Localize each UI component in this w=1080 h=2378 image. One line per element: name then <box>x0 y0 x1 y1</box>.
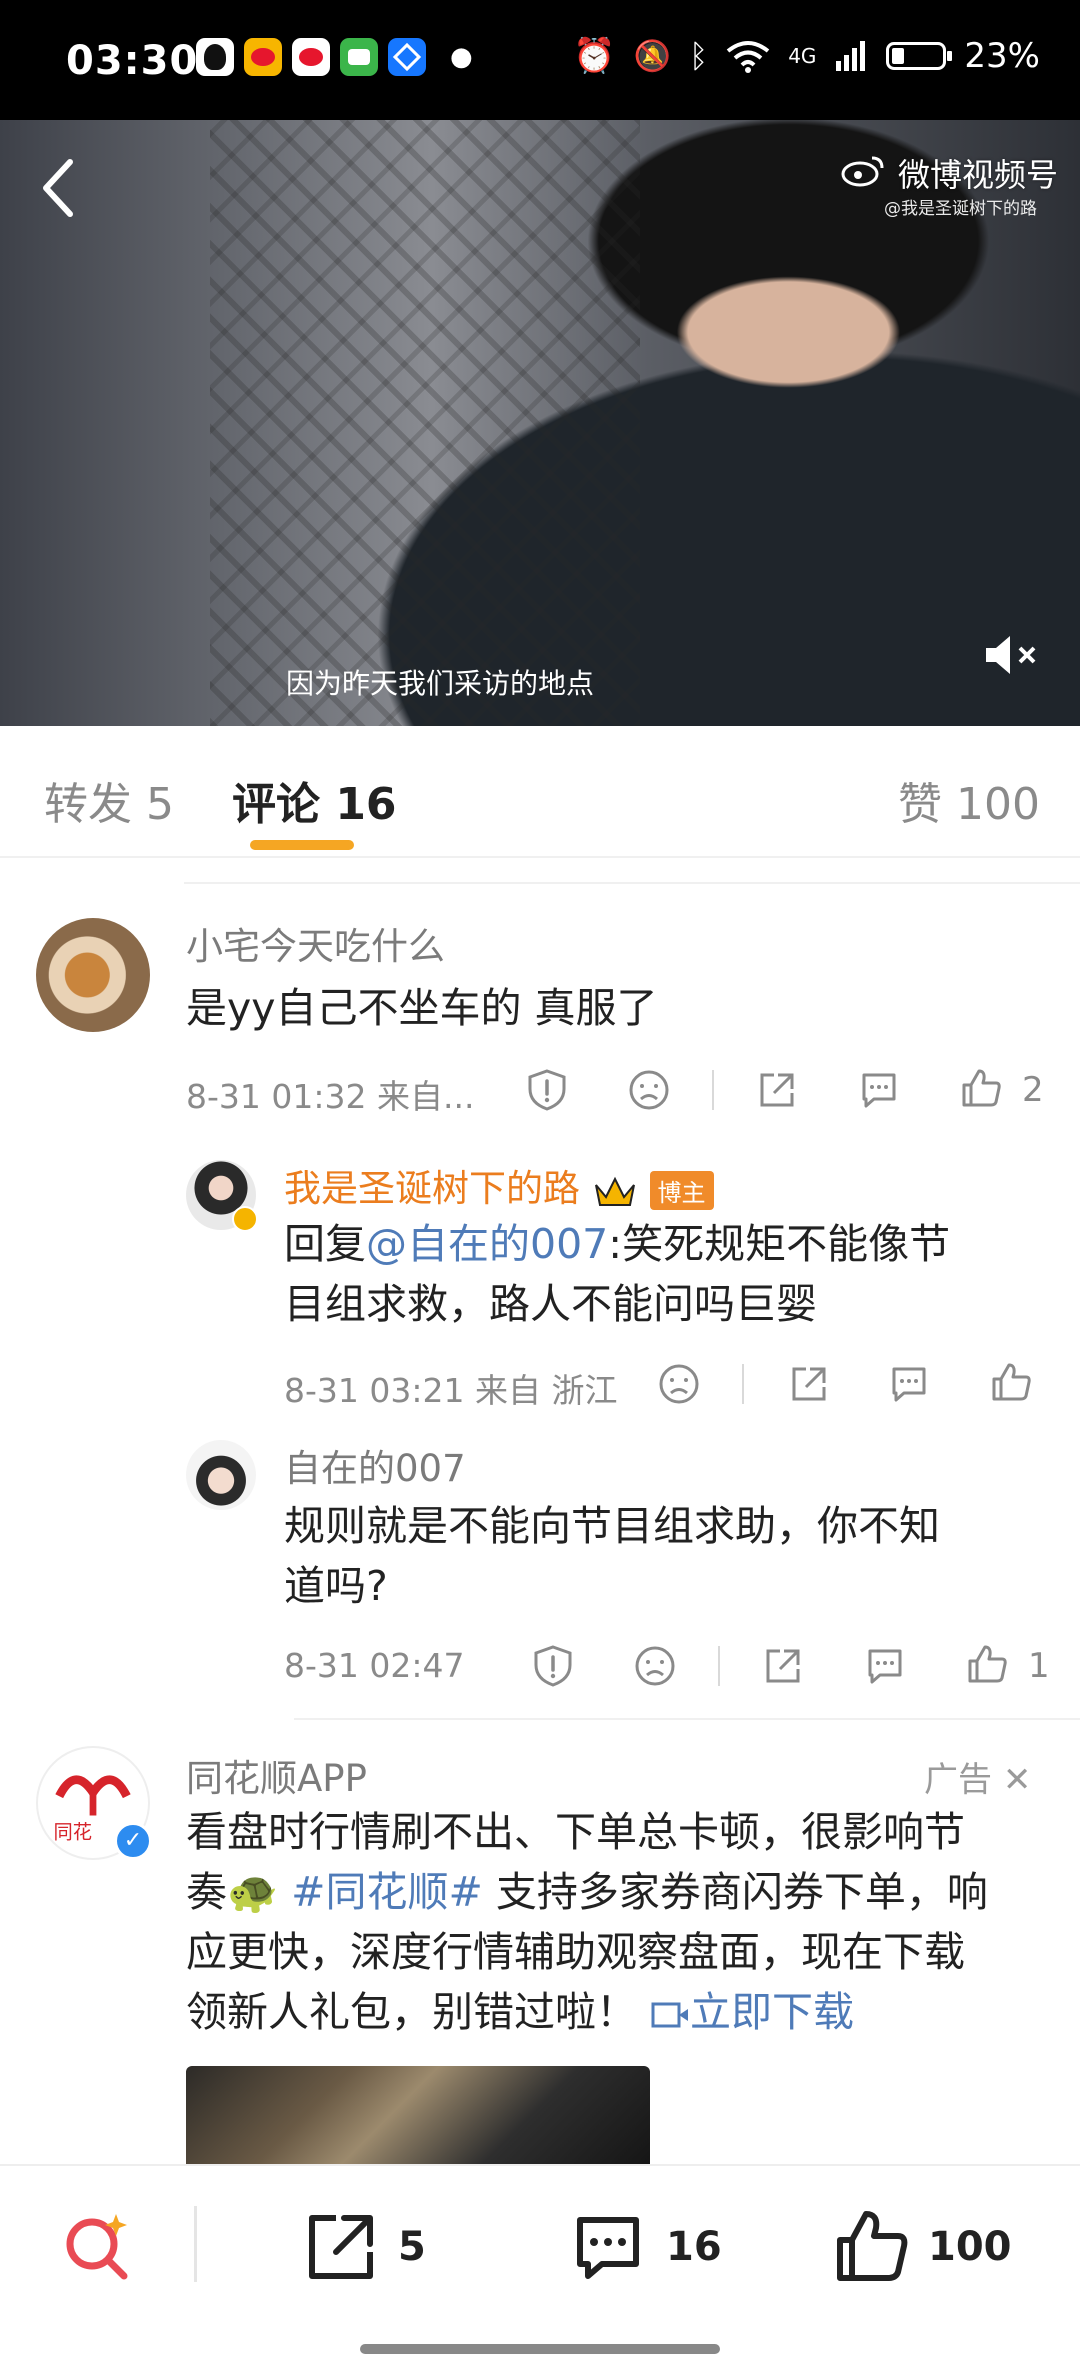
reply-text-line2: 目组求救，路人不能问吗巨婴 <box>284 1280 817 1328</box>
search-icon[interactable] <box>58 2204 142 2288</box>
reply-icon[interactable] <box>886 1361 932 1407</box>
ad-username[interactable]: 同花顺APP <box>186 1748 367 1802</box>
mute-icon[interactable] <box>980 630 1050 680</box>
report-icon[interactable] <box>524 1067 570 1113</box>
like-icon[interactable] <box>830 2204 914 2288</box>
reply-prefix: 回复 <box>284 1220 366 1268</box>
share-icon[interactable] <box>760 1643 806 1689</box>
tabs-divider <box>0 856 1080 858</box>
video-subtitle-text: 因为昨天我们采访的地点 <box>285 667 594 700</box>
status-app-icons: ● <box>196 38 473 76</box>
comment-list-top-divider <box>184 882 1080 884</box>
alarm-icon: ⏰ <box>573 36 616 76</box>
comment-divider <box>294 1718 1080 1720</box>
ad-label: 广告 ✕ <box>924 1752 1031 1801</box>
qq-icon <box>196 38 234 76</box>
ad-line2b: 支持多家券商闪券下单，响 <box>482 1868 988 1916</box>
reply-text-line2: 道吗? <box>284 1562 388 1610</box>
verified-blue-icon: ✓ <box>114 1822 152 1860</box>
report-icon[interactable] <box>530 1643 576 1689</box>
like-count: 100 <box>928 2224 1012 2270</box>
ad-text: 看盘时行情刷不出、下单总卡顿，很影响节 奏🐢 #同花顺# 支持多家券商闪券下单，… <box>186 1802 1046 2042</box>
messages-icon <box>340 38 378 76</box>
bluetooth-icon: ᛒ <box>688 37 709 75</box>
status-time: 03:30 <box>66 38 199 84</box>
network-type: 4G <box>788 44 817 68</box>
avatar[interactable] <box>186 1440 256 1510</box>
reply-meta: 8-31 02:47 <box>284 1646 465 1685</box>
signal-icon <box>836 41 866 71</box>
like-count: 2 <box>1022 1070 1044 1110</box>
ad-line2a: 奏🐢 <box>186 1868 292 1916</box>
home-indicator[interactable] <box>360 2344 720 2354</box>
ad-close-icon[interactable]: ✕ <box>1003 1760 1032 1800</box>
crown-icon <box>592 1171 638 1211</box>
battery-icon <box>886 42 953 70</box>
avatar[interactable] <box>36 918 150 1032</box>
dislike-face-icon[interactable] <box>656 1361 702 1407</box>
repost-icon[interactable] <box>300 2208 380 2288</box>
download-link-text: 立即下载 <box>690 1988 855 2036</box>
video-watermark-user: @我是圣诞树下的路 <box>884 199 1037 219</box>
reply-text: 规则就是不能向节目组求助，你不知 道吗? <box>284 1496 1044 1616</box>
status-bar: 03:30 ● ⏰ 🔕 ᛒ 4G 23% <box>0 0 1080 120</box>
download-link[interactable]: 立即下载 <box>650 1988 854 2036</box>
wifi-icon <box>726 41 770 73</box>
ad-line3: 应更快，深度行情辅助观察盘面，现在下载 <box>186 1928 965 1976</box>
like-icon[interactable] <box>958 1065 1004 1111</box>
reply-username[interactable]: 我是圣诞树下的路 博主 <box>284 1158 714 1212</box>
author-badge: 博主 <box>649 1171 714 1210</box>
like-icon[interactable] <box>964 1641 1010 1687</box>
comment-text: 是yy自己不坐车的 真服了 <box>186 984 658 1032</box>
weibo-red-icon <box>292 38 330 76</box>
status-right: ⏰ 🔕 ᛒ 4G 23% <box>573 36 1040 76</box>
dislike-face-icon[interactable] <box>626 1067 672 1113</box>
weibo-icon <box>244 38 282 76</box>
bottom-separator <box>194 2206 197 2282</box>
tab-active-indicator <box>250 840 354 850</box>
battery-percent: 23% <box>964 36 1040 76</box>
video-subtitle: 因为昨天我们采访的地点 <box>0 662 1080 702</box>
tab-comment[interactable]: 评论 16 <box>232 768 397 832</box>
reply-text-line1: :笑死规矩不能像节 <box>608 1220 951 1268</box>
action-separator <box>742 1364 744 1404</box>
reply-icon[interactable] <box>862 1643 908 1689</box>
video-frame-background <box>210 120 640 726</box>
action-separator <box>712 1070 714 1110</box>
verified-badge-icon <box>232 1206 258 1232</box>
comment-username[interactable]: 小宅今天吃什么 <box>186 916 445 970</box>
reply-username[interactable]: 自在的007 <box>284 1438 466 1492</box>
comment-meta: 8-31 01:32 来自... <box>186 1077 475 1116</box>
video-watermark-title: 微博视频号 <box>898 156 1059 194</box>
action-separator <box>718 1646 720 1686</box>
ad-line4: 领新人礼包，别错过啦！ <box>186 1988 637 2036</box>
browser-icon <box>388 38 426 76</box>
like-icon[interactable] <box>988 1359 1034 1405</box>
like-count: 1 <box>1028 1646 1050 1686</box>
comment-count: 16 <box>666 2224 722 2270</box>
tab-like[interactable]: 赞 100 <box>898 768 1040 832</box>
ad-label-text: 广告 <box>924 1760 992 1800</box>
tab-repost[interactable]: 转发 5 <box>44 768 174 832</box>
dislike-face-icon[interactable] <box>632 1643 678 1689</box>
mention-link[interactable]: @自在的007 <box>366 1220 608 1268</box>
reply-username-text: 我是圣诞树下的路 <box>284 1167 580 1210</box>
reply-text: 回复@自在的007:笑死规矩不能像节 目组求救，路人不能问吗巨婴 <box>284 1214 1044 1334</box>
share-icon[interactable] <box>786 1361 832 1407</box>
reply-meta: 8-31 03:21 来自 浙江 <box>284 1371 618 1410</box>
more-notifications-dot: ● <box>450 42 473 72</box>
weibo-watermark-logo-icon <box>841 156 884 187</box>
ad-hashtag[interactable]: #同花顺# <box>291 1868 483 1916</box>
back-arrow-icon[interactable] <box>30 148 90 228</box>
reply-icon[interactable] <box>856 1067 902 1113</box>
comment-icon[interactable] <box>568 2208 648 2288</box>
svg-text:同花: 同花 <box>53 1821 92 1844</box>
share-icon[interactable] <box>754 1067 800 1113</box>
repost-count: 5 <box>398 2224 426 2270</box>
ad-line1: 看盘时行情刷不出、下单总卡顿，很影响节 <box>186 1808 965 1856</box>
download-link-icon <box>651 2002 689 2028</box>
mute-bell-icon: 🔕 <box>633 38 671 74</box>
ad-image[interactable] <box>186 2066 650 2166</box>
reply-text-line1: 规则就是不能向节目组求助，你不知 <box>284 1502 940 1550</box>
